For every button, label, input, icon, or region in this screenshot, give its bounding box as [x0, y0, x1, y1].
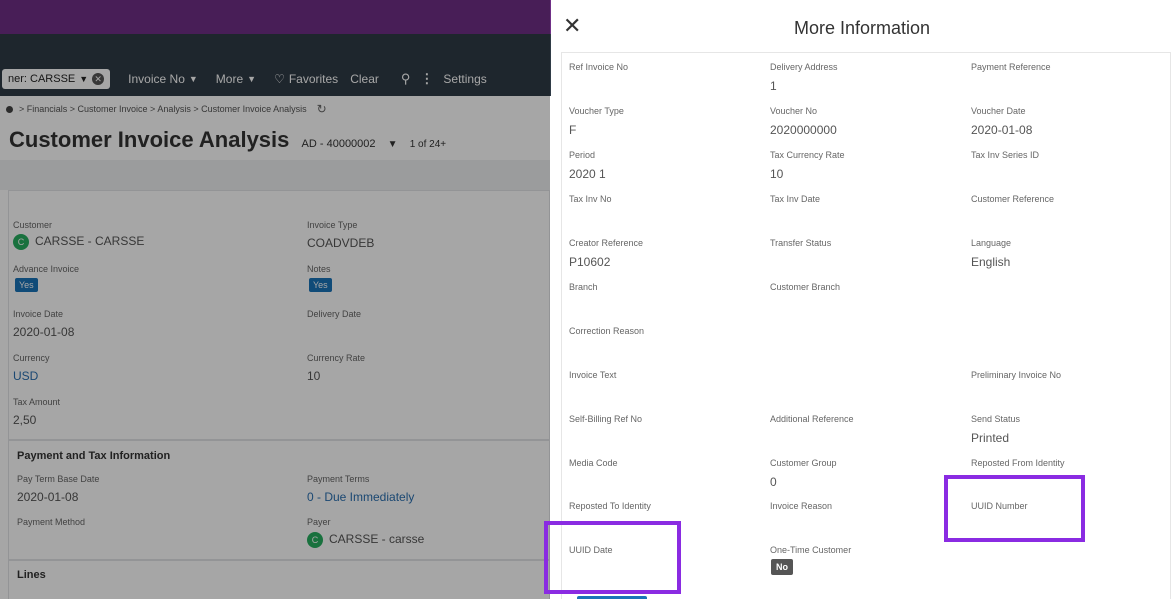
- voucher-type-label: Voucher Type: [569, 106, 624, 116]
- correction-reason-label: Correction Reason: [569, 326, 645, 336]
- tax-currency-rate-label: Tax Currency Rate: [770, 150, 845, 160]
- language-value: English: [971, 255, 1011, 269]
- ref-invoice-no-label: Ref Invoice No: [569, 62, 629, 72]
- transfer-status-label: Transfer Status: [770, 238, 832, 248]
- creator-reference-value: P10602: [569, 255, 611, 269]
- self-billing-ref-no-label: Self-Billing Ref No: [569, 414, 643, 424]
- highlight-uuid-date: [544, 521, 681, 594]
- voucher-no-value: 2020000000: [770, 123, 837, 137]
- tax-inv-no-label: Tax Inv No: [569, 194, 612, 204]
- tax-inv-date-label: Tax Inv Date: [770, 194, 821, 204]
- one-time-customer-badge: No: [771, 559, 793, 575]
- invoice-text-label: Invoice Text: [569, 370, 617, 380]
- tax-currency-rate-value: 10: [770, 167, 784, 181]
- dialog-title: More Information: [793, 18, 931, 38]
- media-code-label: Media Code: [569, 458, 618, 468]
- period-label: Period: [569, 150, 596, 160]
- send-status-label: Send Status: [971, 414, 1021, 424]
- period-value: 2020 1: [569, 167, 606, 181]
- payment-reference-label: Payment Reference: [971, 62, 1051, 72]
- customer-group-label: Customer Group: [770, 458, 837, 468]
- more-information-dialog: ✕ More Information Ref Invoice No Delive…: [544, 0, 1173, 599]
- modal-overlay[interactable]: [0, 0, 550, 599]
- send-status-value: Printed: [971, 431, 1010, 445]
- voucher-type-value: F: [569, 123, 577, 137]
- voucher-date-label: Voucher Date: [971, 106, 1026, 116]
- voucher-no-label: Voucher No: [770, 106, 818, 116]
- voucher-date-value: 2020-01-08: [971, 123, 1033, 137]
- invoice-reason-label: Invoice Reason: [770, 501, 833, 511]
- additional-reference-label: Additional Reference: [770, 414, 854, 424]
- tax-inv-series-id-label: Tax Inv Series ID: [971, 150, 1040, 160]
- one-time-customer-label: One-Time Customer: [770, 545, 852, 555]
- customer-group-value: 0: [770, 475, 777, 489]
- branch-label: Branch: [569, 282, 598, 292]
- preliminary-invoice-no-label: Preliminary Invoice No: [971, 370, 1062, 380]
- customer-branch-label: Customer Branch: [770, 282, 841, 292]
- reposted-to-identity-label: Reposted To Identity: [569, 501, 651, 511]
- customer-reference-label: Customer Reference: [971, 194, 1055, 204]
- highlight-uuid-number: [944, 475, 1085, 542]
- creator-reference-label: Creator Reference: [569, 238, 644, 248]
- reposted-from-identity-label: Reposted From Identity: [971, 458, 1065, 468]
- dialog-header: ✕ More Information: [551, 0, 1173, 52]
- language-label: Language: [971, 238, 1012, 248]
- delivery-address-label: Delivery Address: [770, 62, 838, 72]
- delivery-address-value: 1: [770, 79, 777, 93]
